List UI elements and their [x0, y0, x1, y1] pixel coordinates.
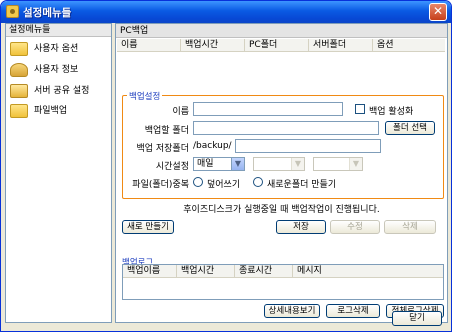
target-folder-label: 백업 저장폴더: [136, 144, 189, 154]
edit-button[interactable]: 수정: [330, 220, 380, 234]
sidebar-item-label: 서버 공유 설정: [34, 86, 90, 96]
new-folder-label: 새로운폴더 만들기: [267, 180, 337, 190]
folder-icon: [10, 42, 28, 56]
backup-name-input[interactable]: [193, 102, 343, 116]
overwrite-radio[interactable]: [193, 177, 203, 187]
select-folder-button[interactable]: 폴더 선택: [385, 121, 435, 135]
settings-sidebar: 설정메뉴들 사용자 옵션 사용자 정보 서버 공유 설정 파일백업: [5, 23, 112, 323]
close-button[interactable]: 닫기: [392, 311, 442, 326]
sidebar-item-server-share[interactable]: 서버 공유 설정: [10, 82, 110, 100]
app-icon: [6, 5, 19, 18]
backup-panel: PC백업 이름 백업시간 PC폴더 서버폴더 옵션 백업설정 이름 백업 활성화…: [115, 23, 448, 323]
log-list-header: 백업이름 백업시간 종료시간 메시지: [123, 265, 443, 278]
sidebar-item-user-info[interactable]: 사용자 정보: [10, 61, 110, 79]
column-header-end-time[interactable]: 종료시간: [235, 265, 293, 278]
backup-settings-group: 백업설정 이름 백업 활성화 백업할 폴더 폴더 선택 백업 저장폴더 /bac…: [122, 90, 444, 199]
source-folder-input[interactable]: [193, 121, 379, 135]
target-folder-input[interactable]: [235, 139, 381, 153]
chevron-down-icon: ▼: [291, 158, 304, 170]
window-title: 설정메뉴들: [23, 7, 72, 19]
title-bar[interactable]: 설정메뉴들 ✕: [1, 1, 451, 23]
group-title: 백업설정: [127, 90, 163, 102]
target-folder-prefix: /backup/: [193, 141, 232, 151]
sidebar-item-label: 파일백업: [34, 106, 68, 116]
sidebar-item-user-options[interactable]: 사용자 옵션: [10, 40, 110, 58]
sidebar-item-file-backup[interactable]: 파일백업: [10, 102, 110, 120]
new-folder-radio[interactable]: [253, 177, 263, 187]
hour-select[interactable]: ▼: [253, 157, 305, 171]
column-header-log-backup-time[interactable]: 백업시간: [177, 265, 235, 278]
enable-backup-checkbox[interactable]: [355, 104, 365, 114]
schedule-value: 매일: [197, 159, 214, 169]
running-notice: 후이즈디스크가 실행중일 때 백업작업이 진행됩니다.: [183, 205, 380, 215]
schedule-select[interactable]: 매일 ▼: [193, 157, 245, 171]
name-label: 이름: [172, 107, 189, 117]
user-icon: [10, 63, 28, 77]
backup-log-list[interactable]: 백업이름 백업시간 종료시간 메시지: [122, 264, 444, 300]
delete-button[interactable]: 삭제: [384, 220, 436, 234]
column-header-backup-name[interactable]: 백업이름: [123, 265, 177, 278]
sidebar-item-label: 사용자 옵션: [34, 44, 79, 54]
save-button[interactable]: 저장: [276, 220, 326, 234]
column-header-message[interactable]: 메시지: [293, 265, 443, 278]
backup-list-header: 이름 백업시간 PC폴더 서버폴더 옵션: [117, 39, 445, 52]
column-header-name[interactable]: 이름: [117, 39, 181, 52]
column-header-pc-folder[interactable]: PC폴더: [245, 39, 309, 52]
source-folder-label: 백업할 폴더: [144, 126, 189, 136]
sidebar-item-label: 사용자 정보: [34, 65, 79, 75]
time-setting-label: 시간설정: [155, 162, 189, 172]
duplicate-mode-label: 파일(폴더)중복: [132, 180, 189, 190]
delete-log-button[interactable]: 로그삭제: [326, 304, 380, 318]
chevron-down-icon: ▼: [349, 158, 362, 170]
share-icon: [10, 84, 28, 98]
view-detail-button[interactable]: 상세내용보기: [264, 304, 320, 318]
backup-icon: [10, 104, 28, 118]
panel-header: PC백업: [116, 24, 447, 38]
close-window-button[interactable]: ✕: [429, 3, 447, 21]
sidebar-header: 설정메뉴들: [6, 24, 111, 37]
enable-backup-label: 백업 활성화: [369, 107, 414, 117]
minute-select[interactable]: ▼: [313, 157, 363, 171]
chevron-down-icon: ▼: [231, 158, 244, 170]
column-header-backup-time[interactable]: 백업시간: [181, 39, 245, 52]
settings-window: 설정메뉴들 ✕ 설정메뉴들 사용자 옵션 사용자 정보 서버 공유 설정 파일백…: [0, 0, 452, 332]
overwrite-label: 덮어쓰기: [207, 180, 241, 190]
column-header-options[interactable]: 옵션: [373, 39, 445, 52]
new-backup-button[interactable]: 새로 만들기: [122, 220, 174, 234]
column-header-server-folder[interactable]: 서버폴더: [309, 39, 373, 52]
window-content: 설정메뉴들 사용자 옵션 사용자 정보 서버 공유 설정 파일백업 PC백업 이…: [4, 23, 448, 329]
